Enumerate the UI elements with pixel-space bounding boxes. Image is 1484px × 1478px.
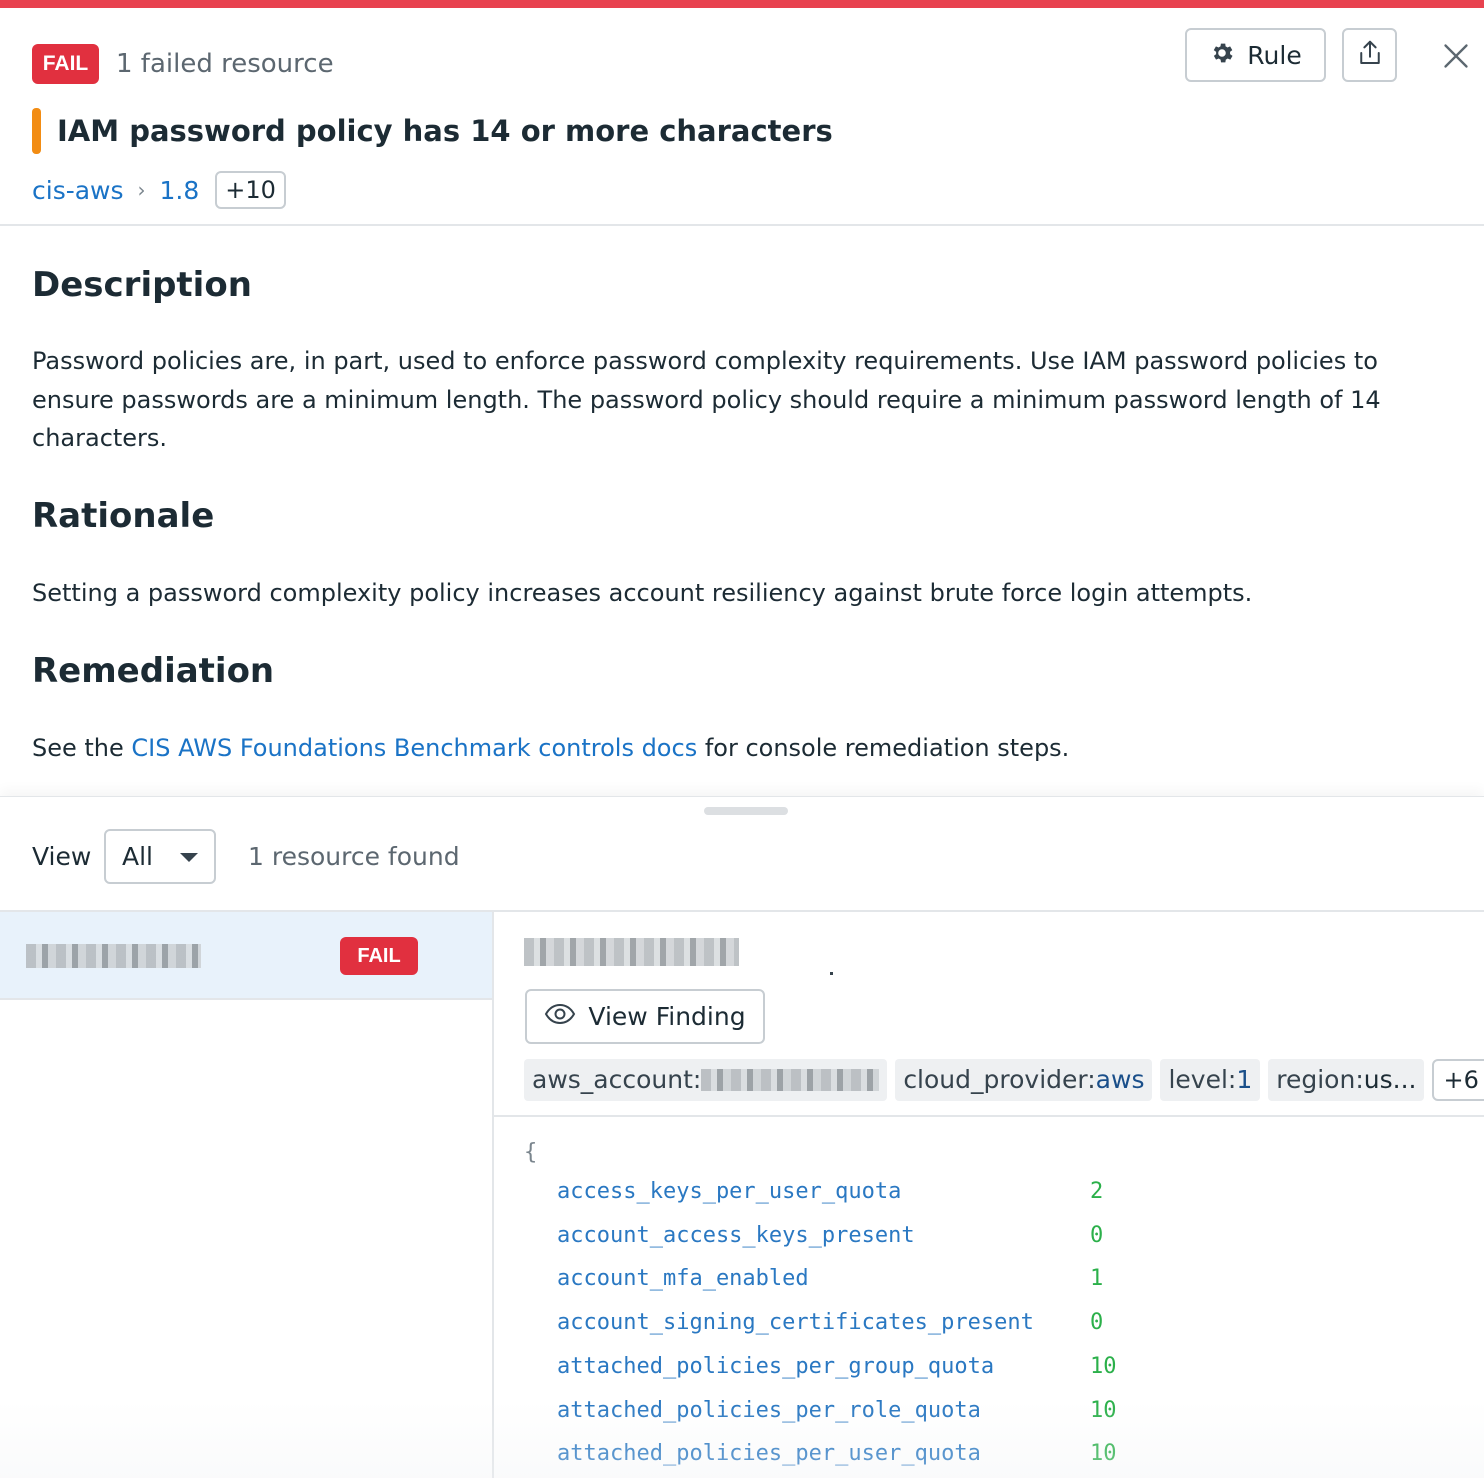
redacted-resource-id: [524, 938, 739, 966]
json-key: account_mfa_enabled: [557, 1266, 809, 1291]
json-value: 1: [1090, 1266, 1104, 1291]
tag-key: cloud_provider:: [903, 1065, 1096, 1094]
json-value: 0: [1090, 1223, 1104, 1248]
redacted-account-id: [701, 1069, 880, 1091]
tag-value: us...: [1363, 1065, 1417, 1094]
json-key: account_signing_certificates_present: [557, 1310, 1034, 1335]
json-key: attached_policies_per_user_quota: [557, 1441, 981, 1466]
rationale-text: Setting a password complexity policy inc…: [32, 579, 1253, 607]
json-row: attached_policies_per_user_quota 10: [557, 1439, 1117, 1469]
page-title: IAM password policy has 14 or more chara…: [57, 114, 833, 148]
tag-level[interactable]: level: 1: [1160, 1059, 1261, 1101]
json-row: attached_policies_per_role_quota 10: [557, 1396, 1117, 1426]
json-value: 0: [1090, 1310, 1104, 1335]
resource-count: 1 resource found: [248, 842, 460, 871]
tag-value: 1: [1236, 1065, 1253, 1094]
view-select[interactable]: All: [104, 829, 216, 884]
json-key: account_access_keys_present: [557, 1223, 915, 1248]
status-badge: FAIL: [32, 44, 99, 84]
description-text: Password policies are, in part, used to …: [32, 347, 1381, 452]
resource-status-badge: FAIL: [340, 937, 418, 975]
rationale-heading: Rationale: [32, 496, 215, 536]
remediation-text: See the CIS AWS Foundations Benchmark co…: [32, 729, 1432, 768]
resources-panel: View All 1 resource found FAIL View Find…: [0, 796, 1484, 1478]
view-finding-label: View Finding: [588, 1002, 746, 1031]
stray-dot: [830, 972, 833, 975]
breadcrumb-framework-link[interactable]: cis-aws: [32, 176, 124, 205]
more-frameworks-button[interactable]: +10: [215, 171, 286, 209]
tag-key: region:: [1276, 1065, 1364, 1094]
json-value: 10: [1090, 1398, 1117, 1423]
tag-value: aws: [1095, 1065, 1145, 1094]
remediation-prefix: See the: [32, 734, 132, 762]
json-row: access_keys_per_user_quota 2: [557, 1177, 1103, 1207]
failed-count: 1 failed resource: [116, 49, 334, 79]
remediation-heading: Remediation: [32, 651, 275, 691]
top-accent-bar: [0, 0, 1484, 12]
eye-icon: [544, 1002, 576, 1031]
json-value: 10: [1090, 1354, 1117, 1379]
tag-region[interactable]: region: us...: [1268, 1059, 1425, 1101]
tag-list: aws_account: cloud_provider: aws level: 1 …: [524, 1059, 1484, 1101]
severity-indicator: [32, 108, 41, 154]
json-row: attached_policies_per_group_quota 10: [557, 1352, 1117, 1382]
breadcrumb-control-link[interactable]: 1.8: [160, 176, 200, 205]
json-value: 2: [1090, 1179, 1104, 1204]
more-tags-button[interactable]: +6: [1432, 1059, 1484, 1101]
description-heading: Description: [32, 265, 252, 305]
share-icon: [1355, 38, 1385, 72]
json-key: attached_policies_per_group_quota: [557, 1354, 995, 1379]
close-icon[interactable]: [1436, 36, 1476, 76]
resource-detail: View Finding aws_account: cloud_provider…: [494, 912, 1484, 1478]
chevron-right-icon: ›: [137, 178, 146, 202]
json-value: 10: [1090, 1441, 1117, 1466]
list-item[interactable]: FAIL: [0, 912, 492, 1000]
chevron-down-icon: [180, 853, 198, 862]
rule-button[interactable]: Rule: [1185, 28, 1326, 82]
view-finding-button[interactable]: View Finding: [525, 989, 765, 1044]
json-key: attached_policies_per_role_quota: [557, 1398, 981, 1423]
gear-icon: [1209, 40, 1235, 70]
export-button[interactable]: [1342, 28, 1397, 82]
resize-handle[interactable]: [704, 807, 788, 815]
json-row: account_signing_certificates_present 0: [557, 1308, 1103, 1338]
resource-json: { access_keys_per_user_quota 2 account_ac…: [524, 1136, 1117, 1466]
header-divider: [0, 224, 1484, 226]
tag-key: level:: [1168, 1065, 1237, 1094]
tag-cloud-provider[interactable]: cloud_provider: aws: [895, 1059, 1153, 1101]
view-label: View: [32, 842, 92, 871]
remediation-suffix: for console remediation steps.: [697, 734, 1070, 762]
json-key: access_keys_per_user_quota: [557, 1179, 902, 1204]
rule-button-label: Rule: [1247, 40, 1302, 70]
tag-aws-account[interactable]: aws_account:: [524, 1059, 888, 1101]
json-open-brace: {: [524, 1140, 538, 1165]
json-row: account_access_keys_present 0: [557, 1221, 1103, 1251]
tag-key: aws_account:: [532, 1065, 702, 1094]
cis-docs-link[interactable]: CIS AWS Foundations Benchmark controls d…: [131, 734, 697, 762]
breadcrumb: cis-aws › 1.8 +10: [32, 170, 286, 210]
json-row: account_mfa_enabled 1: [557, 1264, 1103, 1294]
json-divider: [494, 1115, 1484, 1117]
redacted-resource-name: [26, 944, 201, 968]
view-select-value: All: [122, 842, 153, 871]
resource-list: FAIL: [0, 912, 492, 1478]
